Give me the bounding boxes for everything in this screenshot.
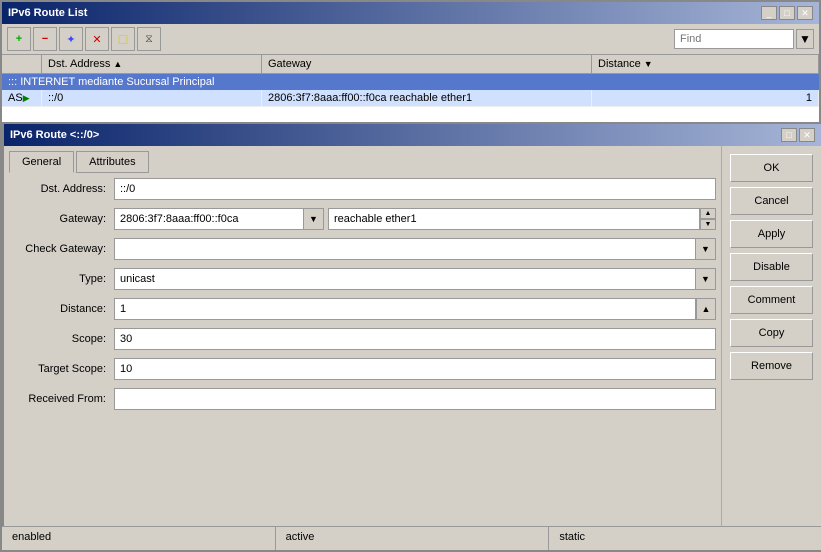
scope-label: Scope: [9, 333, 114, 345]
col-dist: Distance ▼ [592, 55, 819, 73]
dst-address-row: Dst. Address: [9, 178, 716, 200]
col-gw: Gateway [262, 55, 592, 73]
table-header: Dst. Address ▲ Gateway Distance ▼ [2, 55, 819, 74]
copy-button[interactable]: □ [111, 27, 135, 51]
check-gateway-field: ▼ [114, 238, 716, 260]
add-button[interactable]: + [7, 27, 31, 51]
type-input[interactable] [114, 268, 696, 290]
type-label: Type: [9, 273, 114, 285]
find-input[interactable] [674, 29, 794, 49]
reachable-input[interactable] [328, 208, 700, 230]
status-enabled: enabled [2, 527, 276, 550]
type-row: Type: ▼ [9, 268, 716, 290]
type-field: ▼ [114, 268, 716, 290]
filter-button[interactable]: ⧖ [137, 27, 161, 51]
right-panel: OK Cancel Apply Disable Comment Copy Rem… [721, 146, 821, 550]
scope-input[interactable] [114, 328, 716, 350]
target-scope-input[interactable] [114, 358, 716, 380]
status-bar: enabled active static [2, 526, 821, 550]
scope-row: Scope: [9, 328, 716, 350]
status-static: static [549, 527, 821, 550]
type-dropdown-btn[interactable]: ▼ [696, 268, 716, 290]
inner-content: General Attributes Dst. Address: Gateway… [4, 146, 821, 550]
tab-bar: General Attributes [9, 151, 716, 173]
form-section: Dst. Address: Gateway: ▼ ▲ [9, 178, 716, 545]
dst-address-input[interactable] [114, 178, 716, 200]
distance-input[interactable] [114, 298, 696, 320]
tab-general[interactable]: General [9, 151, 74, 173]
check-gateway-input[interactable] [114, 238, 696, 260]
distance-row: Distance: ▲ [9, 298, 716, 320]
inner-titlebar-buttons: □ ✕ [781, 128, 815, 142]
reachable-up-btn[interactable]: ▲ [700, 208, 716, 219]
close-btn[interactable]: ✕ [797, 6, 813, 20]
cancel-button[interactable]: Cancel [730, 187, 813, 215]
toolbar: + − ✦ ✕ □ ⧖ ▼ [2, 24, 819, 55]
edit-button[interactable]: ✦ [59, 27, 83, 51]
received-from-row: Received From: [9, 388, 716, 410]
comment-button[interactable]: Comment [730, 286, 813, 314]
check-gateway-row: Check Gateway: ▼ [9, 238, 716, 260]
remove-button[interactable]: − [33, 27, 57, 51]
inner-modal: IPv6 Route <::/0> □ ✕ General Attributes… [2, 122, 821, 552]
target-scope-row: Target Scope: [9, 358, 716, 380]
minimize-btn[interactable]: _ [761, 6, 777, 20]
find-dropdown-btn[interactable]: ▼ [796, 29, 814, 49]
td-dst: ::/0 [42, 90, 262, 106]
outer-window-title: IPv6 Route List [8, 7, 87, 19]
gateway-section: ▼ ▲ ▼ [114, 208, 716, 230]
ok-button[interactable]: OK [730, 154, 813, 182]
distance-field: ▲ [114, 298, 716, 320]
col-dst: Dst. Address ▲ [42, 55, 262, 73]
inner-maximize-btn[interactable]: □ [781, 128, 797, 142]
col-check [2, 55, 42, 73]
gateway-row: Gateway: ▼ ▲ ▼ [9, 208, 716, 230]
gateway-input[interactable] [114, 208, 304, 230]
active-icon: ▶ [23, 93, 30, 104]
td-flag: AS ▶ [2, 90, 42, 106]
target-scope-label: Target Scope: [9, 363, 114, 375]
inner-titlebar: IPv6 Route <::/0> □ ✕ [4, 124, 821, 146]
distance-up-btn[interactable]: ▲ [696, 298, 716, 320]
check-gateway-dropdown-btn[interactable]: ▼ [696, 238, 716, 260]
remove-button[interactable]: Remove [730, 352, 813, 380]
reachable-down-btn[interactable]: ▼ [700, 219, 716, 230]
tab-attributes[interactable]: Attributes [76, 151, 148, 173]
gateway-label: Gateway: [9, 213, 114, 225]
received-from-label: Received From: [9, 393, 114, 405]
maximize-btn[interactable]: □ [779, 6, 795, 20]
disable-button[interactable]: Disable [730, 253, 813, 281]
received-from-input[interactable] [114, 388, 716, 410]
apply-button[interactable]: Apply [730, 220, 813, 248]
table-group-label: ::: INTERNET mediante Sucursal Principal [2, 74, 819, 90]
distance-label: Distance: [9, 303, 114, 315]
check-gateway-label: Check Gateway: [9, 243, 114, 255]
inner-window-title: IPv6 Route <::/0> [10, 129, 99, 141]
reachable-arrows: ▲ ▼ [700, 208, 716, 230]
inner-close-btn[interactable]: ✕ [799, 128, 815, 142]
inner-main: General Attributes Dst. Address: Gateway… [4, 146, 721, 550]
table-row[interactable]: AS ▶ ::/0 2806:3f7:8aaa:ff00::f0ca reach… [2, 90, 819, 107]
delete-button[interactable]: ✕ [85, 27, 109, 51]
copy-button[interactable]: Copy [730, 319, 813, 347]
gateway-dropdown-btn[interactable]: ▼ [304, 208, 324, 230]
outer-titlebar-buttons: _ □ ✕ [761, 6, 813, 20]
td-distance: 1 [592, 90, 819, 106]
status-active: active [276, 527, 550, 550]
dst-address-label: Dst. Address: [9, 183, 114, 195]
outer-titlebar: IPv6 Route List _ □ ✕ [2, 2, 819, 24]
td-gateway: 2806:3f7:8aaa:ff00::f0ca reachable ether… [262, 90, 592, 106]
reachable-section: ▲ ▼ [328, 208, 716, 230]
